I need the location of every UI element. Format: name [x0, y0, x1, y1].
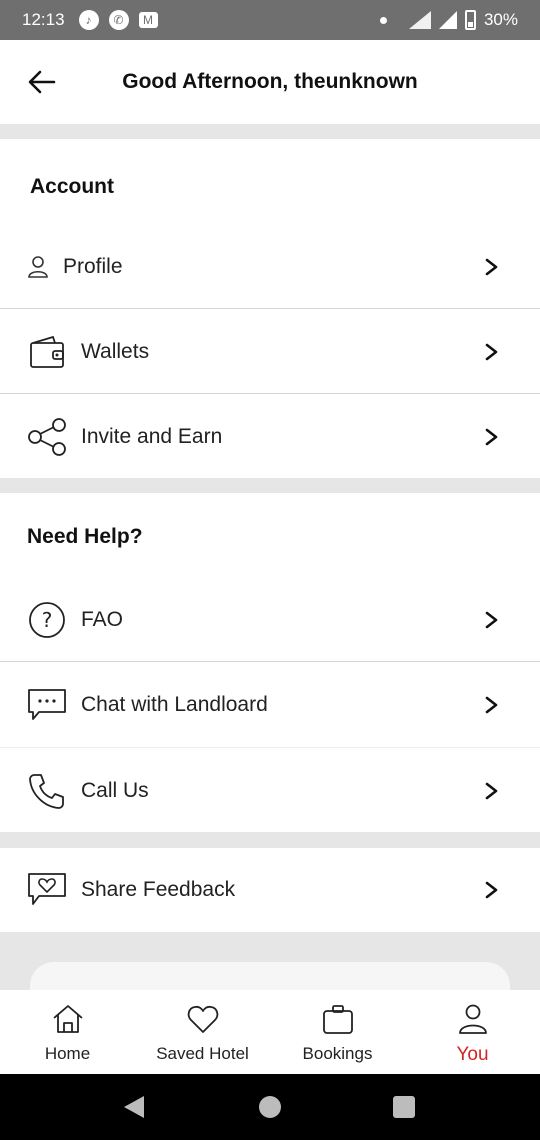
chevron-right-icon: [485, 611, 498, 628]
feedback-section: Share Feedback: [0, 848, 540, 932]
wallet-icon: [27, 332, 67, 372]
nav-you[interactable]: You: [405, 990, 540, 1074]
mail-icon: M: [138, 12, 158, 28]
whatsapp-icon: ✆: [108, 10, 129, 30]
profile-label: Profile: [63, 254, 123, 278]
question-icon: ?: [27, 600, 67, 640]
page-title: Good Afternoon, theunknown: [122, 70, 418, 93]
person-icon: [458, 1004, 487, 1034]
heart-icon: [187, 1005, 218, 1033]
system-nav-bar: [0, 1074, 540, 1140]
nav-home[interactable]: Home: [0, 990, 135, 1074]
chat-icon: [27, 685, 67, 725]
battery-icon: [464, 10, 476, 30]
chevron-right-icon: [485, 782, 498, 799]
bottom-nav: Home Saved Hotel Bookings You: [0, 990, 540, 1074]
system-back-icon[interactable]: [122, 1095, 146, 1119]
system-home-icon[interactable]: [259, 1096, 281, 1118]
nav-home-label: Home: [44, 1044, 91, 1063]
chat-landlord-label: Chat with Landloard: [81, 692, 268, 716]
back-arrow-icon[interactable]: [28, 68, 56, 96]
invite-earn-label: Invite and Earn: [81, 424, 223, 448]
home-icon: [52, 1005, 83, 1033]
faq-label: FAO: [81, 607, 124, 631]
account-section-title: Account: [30, 175, 114, 198]
nav-saved-hotel-label: Saved Hotel: [156, 1044, 249, 1063]
nav-you-label: You: [456, 1044, 489, 1065]
nav-saved-hotel[interactable]: Saved Hotel: [135, 990, 270, 1074]
chevron-right-icon: [485, 258, 498, 275]
chevron-right-icon: [485, 428, 498, 445]
call-us-row[interactable]: Call Us: [0, 748, 540, 833]
chevron-right-icon: [485, 696, 498, 713]
profile-row[interactable]: Profile: [0, 224, 540, 309]
app-header: Good Afternoon, theunknown: [0, 40, 540, 124]
status-time: 12:13: [22, 10, 65, 29]
briefcase-icon: [322, 1005, 353, 1034]
system-recents-icon[interactable]: [393, 1096, 415, 1118]
faq-row[interactable]: ? FAO: [0, 577, 540, 662]
signal-icon: [408, 11, 431, 29]
person-icon: [22, 247, 54, 287]
notification-dot-icon: [379, 16, 387, 24]
chevron-right-icon: [485, 881, 498, 899]
music-icon: ♪: [78, 10, 99, 30]
help-section-title: Need Help?: [27, 525, 143, 548]
signal-icon-2: [438, 11, 457, 29]
nav-bookings-label: Bookings: [302, 1044, 373, 1063]
nav-bookings[interactable]: Bookings: [270, 990, 405, 1074]
svg-text:?: ?: [42, 608, 53, 632]
status-bar: 12:13 ♪ ✆ M 30%: [0, 0, 540, 40]
wallets-label: Wallets: [81, 339, 150, 363]
call-us-label: Call Us: [81, 778, 149, 802]
help-section: Need Help? ? FAO Chat with Landloard Cal…: [0, 493, 540, 832]
feedback-icon: [27, 870, 67, 910]
wallets-row[interactable]: Wallets: [0, 309, 540, 394]
phone-icon: [27, 771, 67, 811]
share-feedback-label: Share Feedback: [81, 878, 236, 901]
chat-landlord-row[interactable]: Chat with Landloard: [0, 662, 540, 747]
chevron-right-icon: [485, 343, 498, 360]
invite-earn-row[interactable]: Invite and Earn: [0, 394, 540, 479]
share-feedback-row[interactable]: Share Feedback: [0, 848, 540, 932]
share-icon: [27, 417, 67, 457]
account-section: Account Profile Wallets Invite and Earn: [0, 139, 540, 478]
battery-level: 30%: [483, 10, 518, 29]
